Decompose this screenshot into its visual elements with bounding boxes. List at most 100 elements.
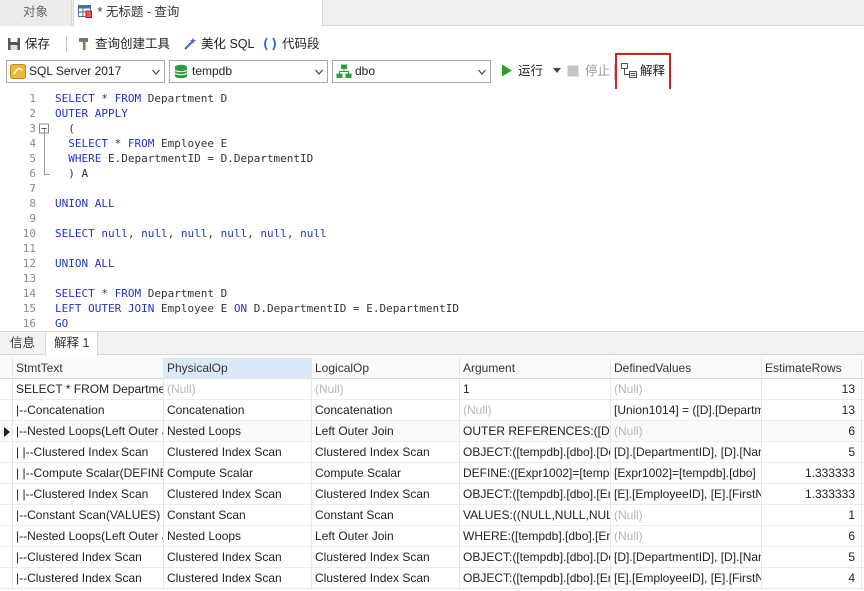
cell-argument[interactable]: OBJECT:([tempdb].[dbo].[Employee] xyxy=(460,568,611,589)
row-marker[interactable] xyxy=(0,442,13,463)
save-button[interactable]: 保存 xyxy=(7,31,50,57)
cell-argument[interactable]: OBJECT:([tempdb].[dbo].[Department] xyxy=(460,442,611,463)
cell-physicalop[interactable]: Constant Scan xyxy=(164,505,312,526)
cell-definedvalues[interactable]: [D].[DepartmentID], [D].[Name] xyxy=(611,547,762,568)
cell-physicalop[interactable]: Compute Scalar xyxy=(164,463,312,484)
cell-definedvalues[interactable]: (Null) xyxy=(611,526,762,547)
column-header-physicalop[interactable]: PhysicalOp xyxy=(164,358,312,379)
cell-logicalop[interactable]: (Null) xyxy=(312,379,460,400)
cell-stmttext[interactable]: |--Clustered Index Scan xyxy=(13,547,164,568)
cell-stmttext[interactable]: | |--Compute Scalar(DEFINE) xyxy=(13,463,164,484)
run-button[interactable]: 运行 xyxy=(501,60,561,83)
cell-logicalop[interactable]: Clustered Index Scan xyxy=(312,442,460,463)
cell-estimaterows[interactable]: 13 xyxy=(762,400,862,421)
cell-logicalop[interactable]: Left Outer Join xyxy=(312,526,460,547)
cell-stmttext[interactable]: | |--Clustered Index Scan xyxy=(13,442,164,463)
tab-explain-1[interactable]: 解释 1 xyxy=(45,332,99,356)
cell-logicalop[interactable]: Clustered Index Scan xyxy=(312,568,460,589)
cell-physicalop[interactable]: Nested Loops xyxy=(164,421,312,442)
explain-result-grid[interactable]: StmtText PhysicalOp LogicalOp Argument Defin… xyxy=(0,358,864,591)
cell-stmttext[interactable]: SELECT * FROM Department D xyxy=(13,379,164,400)
cell-argument[interactable]: (Null) xyxy=(460,400,611,421)
cell-estimaterows[interactable]: 1 xyxy=(762,505,862,526)
cell-physicalop[interactable]: Clustered Index Scan xyxy=(164,547,312,568)
cell-physicalop[interactable]: Clustered Index Scan xyxy=(164,442,312,463)
table-row[interactable]: |--Nested Loops(Left Outer Join)Nested L… xyxy=(0,526,864,547)
cell-definedvalues[interactable]: (Null) xyxy=(611,505,762,526)
cell-definedvalues[interactable]: [E].[EmployeeID], [E].[FirstName] xyxy=(611,568,762,589)
row-marker[interactable] xyxy=(0,526,13,547)
cell-stmttext[interactable]: |--Concatenation xyxy=(13,400,164,421)
table-row[interactable]: | |--Compute Scalar(DEFINE) Compute Scala… xyxy=(0,463,864,484)
table-row[interactable]: | |--Clustered Index Scan Clustered Index… xyxy=(0,442,864,463)
cell-estimaterows[interactable]: 5 xyxy=(762,442,862,463)
cell-argument[interactable]: VALUES:((NULL,NULL,NULL,NULL xyxy=(460,505,611,526)
cell-physicalop[interactable]: Concatenation xyxy=(164,400,312,421)
table-row[interactable]: |--Nested Loops(Left Outer Join)Nested L… xyxy=(0,421,864,442)
cell-definedvalues[interactable]: [Expr1002]=[tempdb].[dbo] xyxy=(611,463,762,484)
cell-argument[interactable]: WHERE:([tempdb].[dbo].[Employee] xyxy=(460,526,611,547)
cell-logicalop[interactable]: Clustered Index Scan xyxy=(312,547,460,568)
tab-untitled-query[interactable]: * 无标题 - 查询 xyxy=(73,0,323,27)
query-builder-button[interactable]: 查询创建工具 xyxy=(77,31,170,57)
stop-button[interactable]: 停止 xyxy=(567,60,610,83)
cell-logicalop[interactable]: Constant Scan xyxy=(312,505,460,526)
beautify-sql-button[interactable]: 美化 SQL xyxy=(183,31,255,57)
row-marker[interactable] xyxy=(0,547,13,568)
database-select[interactable]: tempdb xyxy=(169,60,328,83)
column-header-logicalop[interactable]: LogicalOp xyxy=(312,358,460,379)
column-header-definedvalues[interactable]: DefinedValues xyxy=(611,358,762,379)
cell-estimaterows[interactable]: 1.333333 xyxy=(762,463,862,484)
row-marker[interactable] xyxy=(0,400,13,421)
table-row[interactable]: |--Constant Scan(VALUES) Constant Scan Con… xyxy=(0,505,864,526)
column-header-estimaterows[interactable]: EstimateRows xyxy=(762,358,862,379)
row-marker[interactable] xyxy=(0,505,13,526)
cell-estimaterows[interactable]: 5 xyxy=(762,547,862,568)
cell-argument[interactable]: OBJECT:([tempdb].[dbo].[Employee] xyxy=(460,484,611,505)
cell-definedvalues[interactable]: [D].[DepartmentID], [D].[Name] xyxy=(611,442,762,463)
row-marker[interactable] xyxy=(0,379,13,400)
code-snippet-button[interactable]: 代码段 xyxy=(262,31,320,57)
cell-argument[interactable]: OBJECT:([tempdb].[dbo].[Department] xyxy=(460,547,611,568)
table-row[interactable]: SELECT * FROM Department D(Null)(Null)1(… xyxy=(0,379,864,400)
cell-estimaterows[interactable]: 1.333333 xyxy=(762,484,862,505)
table-row[interactable]: |--Clustered Index Scan Clustered Index S… xyxy=(0,547,864,568)
cell-definedvalues[interactable]: (Null) xyxy=(611,379,762,400)
cell-definedvalues[interactable]: (Null) xyxy=(611,421,762,442)
cell-stmttext[interactable]: | |--Clustered Index Scan xyxy=(13,484,164,505)
sql-editor[interactable]: 1 SELECT * FROM Department D 2 OUTER APPLY 3… xyxy=(0,89,864,330)
cell-logicalop[interactable]: Concatenation xyxy=(312,400,460,421)
server-select[interactable]: SQL Server 2017 xyxy=(6,60,165,83)
cell-estimaterows[interactable]: 4 xyxy=(762,568,862,589)
cell-physicalop[interactable]: Nested Loops xyxy=(164,526,312,547)
tab-objects[interactable]: 对象 xyxy=(0,0,72,26)
column-header-argument[interactable]: Argument xyxy=(460,358,611,379)
cell-physicalop[interactable]: (Null) xyxy=(164,379,312,400)
cell-argument[interactable]: DEFINE:([Expr1002]=[tempdb] xyxy=(460,463,611,484)
table-row[interactable]: | |--Clustered Index Scan Clustered Index… xyxy=(0,484,864,505)
cell-definedvalues[interactable]: [Union1014] = ([D].[DepartmentID] xyxy=(611,400,762,421)
cell-logicalop[interactable]: Compute Scalar xyxy=(312,463,460,484)
column-header-stmttext[interactable]: StmtText xyxy=(13,358,164,379)
cell-stmttext[interactable]: |--Nested Loops(Left Outer Join) xyxy=(13,421,164,442)
row-marker[interactable] xyxy=(0,463,13,484)
row-marker[interactable] xyxy=(0,484,13,505)
row-marker[interactable] xyxy=(0,568,13,589)
cell-physicalop[interactable]: Clustered Index Scan xyxy=(164,484,312,505)
cell-estimaterows[interactable]: 6 xyxy=(762,421,862,442)
cell-logicalop[interactable]: Clustered Index Scan xyxy=(312,484,460,505)
cell-estimaterows[interactable]: 13 xyxy=(762,379,862,400)
tab-info[interactable]: 信息 xyxy=(2,332,43,355)
cell-definedvalues[interactable]: [E].[EmployeeID], [E].[FirstName] xyxy=(611,484,762,505)
cell-logicalop[interactable]: Left Outer Join xyxy=(312,421,460,442)
schema-select[interactable]: dbo xyxy=(332,60,491,83)
cell-stmttext[interactable]: |--Clustered Index Scan xyxy=(13,568,164,589)
cell-stmttext[interactable]: |--Constant Scan(VALUES) xyxy=(13,505,164,526)
cell-estimaterows[interactable]: 6 xyxy=(762,526,862,547)
row-marker[interactable] xyxy=(0,421,13,442)
table-row[interactable]: |--Clustered Index Scan Clustered Index S… xyxy=(0,568,864,589)
table-row[interactable]: |--Concatenation Concatenation Concatenati… xyxy=(0,400,864,421)
cell-argument[interactable]: OUTER REFERENCES:([D].[DepartmentID]) xyxy=(460,421,611,442)
cell-physicalop[interactable]: Clustered Index Scan xyxy=(164,568,312,589)
cell-argument[interactable]: 1 xyxy=(460,379,611,400)
